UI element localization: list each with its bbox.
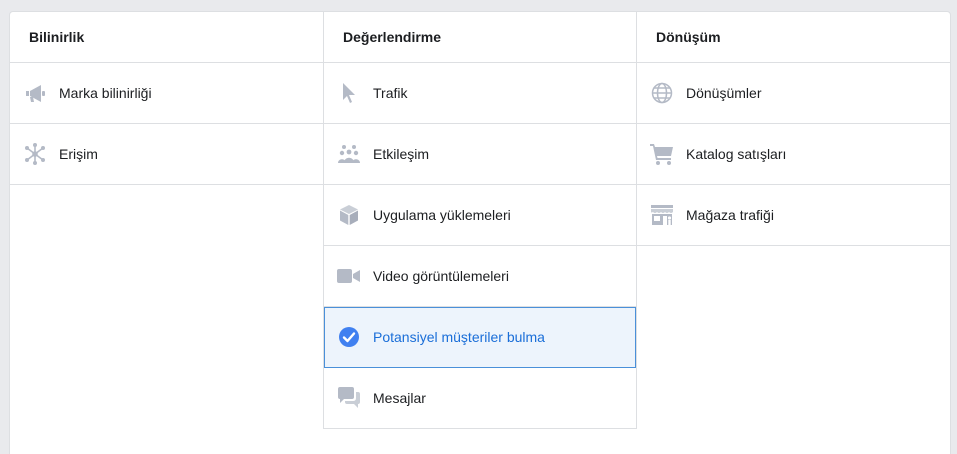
cart-icon [650, 142, 674, 166]
objective-label: Marka bilinirliği [59, 85, 152, 101]
objective-label: Mağaza trafiği [686, 207, 774, 223]
objective-label: Uygulama yüklemeleri [373, 207, 511, 223]
objective-label: Katalog satışları [686, 146, 787, 162]
objective-label: Potansiyel müşteriler bulma [373, 329, 545, 345]
cursor-icon [337, 81, 361, 105]
objective-messages[interactable]: Mesajlar [324, 368, 636, 429]
objective-video-views[interactable]: Video görüntülemeleri [324, 246, 636, 307]
people-icon [337, 142, 361, 166]
objective-reach[interactable]: Erişim [10, 124, 323, 185]
chat-bubbles-icon [337, 386, 361, 410]
column-header-consideration: Değerlendirme [324, 12, 636, 63]
box-icon [337, 203, 361, 227]
objective-label: Mesajlar [373, 390, 426, 406]
objective-label: Etkileşim [373, 146, 430, 162]
objective-lead-generation[interactable]: Potansiyel müşteriler bulma [324, 307, 636, 368]
objective-label: Video görüntülemeleri [373, 268, 509, 284]
objective-label: Erişim [59, 146, 98, 162]
column-header-conversion: Dönüşüm [637, 12, 951, 63]
column-conversion: Dönüşüm Dönüşümler Katalog satışları Mağ… [637, 12, 951, 246]
store-icon [650, 203, 674, 227]
check-circle-icon [337, 325, 361, 349]
objective-conversions[interactable]: Dönüşümler [637, 63, 951, 124]
objective-brand-awareness[interactable]: Marka bilinirliği [10, 63, 323, 124]
objective-app-installs[interactable]: Uygulama yüklemeleri [324, 185, 636, 246]
objective-store-traffic[interactable]: Mağaza trafiği [637, 185, 951, 246]
objective-label: Dönüşümler [686, 85, 762, 101]
column-awareness: Bilinirlik Marka bilinirliği Erişim [10, 12, 323, 185]
network-icon [23, 142, 47, 166]
objective-label: Trafik [373, 85, 408, 101]
objective-panel: Bilinirlik Marka bilinirliği Erişim Değe… [9, 11, 951, 454]
objective-traffic[interactable]: Trafik [324, 63, 636, 124]
megaphone-icon [23, 81, 47, 105]
column-header-awareness: Bilinirlik [10, 12, 323, 63]
objective-catalog-sales[interactable]: Katalog satışları [637, 124, 951, 185]
column-consideration: Değerlendirme Trafik Etkileşim Uygulama … [323, 12, 637, 429]
globe-icon [650, 81, 674, 105]
video-camera-icon [337, 264, 361, 288]
objective-engagement[interactable]: Etkileşim [324, 124, 636, 185]
